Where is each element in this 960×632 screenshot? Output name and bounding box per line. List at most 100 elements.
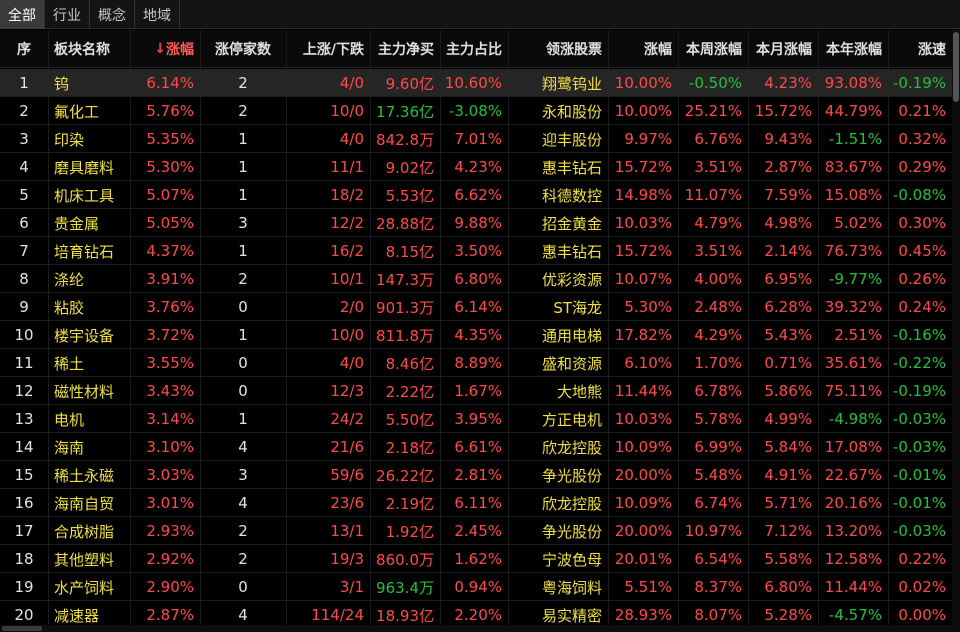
table-row[interactable]: 19 水产饲料 2.90% 0 3/1 963.4万 0.94% 粤海饲料 5.51% 8.37%… bbox=[0, 573, 952, 601]
cell-chg: 4.37% bbox=[146, 242, 194, 260]
cell-name[interactable]: 稀土永磁 bbox=[48, 461, 130, 489]
cell-leader[interactable]: 易实精密 bbox=[508, 601, 608, 625]
cell-leader[interactable]: 大地熊 bbox=[508, 377, 608, 405]
tab-3[interactable]: 地域 bbox=[135, 0, 180, 29]
column-header-net_buy[interactable]: 主力净买 bbox=[370, 30, 440, 68]
table-row[interactable]: 17 合成树脂 2.93% 2 13/1 1.92亿 2.45% 争光股份 20.00% 10.9… bbox=[0, 517, 952, 545]
column-header-speed[interactable]: 涨速 bbox=[888, 30, 952, 68]
column-header-leader[interactable]: 领涨股票 bbox=[508, 30, 608, 68]
cell-leader[interactable]: 惠丰钻石 bbox=[508, 153, 608, 181]
cell-speed: 0.00% bbox=[898, 606, 946, 624]
cell-limit_up: 0 bbox=[238, 382, 248, 400]
cell-name[interactable]: 氟化工 bbox=[48, 97, 130, 125]
cell-name[interactable]: 贵金属 bbox=[48, 209, 130, 237]
cell-net_buy: 2.19亿 bbox=[385, 494, 434, 513]
cell-leader[interactable]: ST海龙 bbox=[508, 293, 608, 321]
table-row[interactable]: 12 磁性材料 3.43% 0 12/3 2.22亿 1.67% 大地熊 11.44% 6.78%… bbox=[0, 377, 952, 405]
table-row[interactable]: 13 电机 3.14% 1 24/2 5.50亿 3.95% 方正电机 10.03% 5.78% 4… bbox=[0, 405, 952, 433]
table-row[interactable]: 6 贵金属 5.05% 3 12/2 28.88亿 9.88% 招金黄金 10.03% 4.79%… bbox=[0, 209, 952, 237]
cell-leader[interactable]: 翔鹭钨业 bbox=[508, 69, 608, 97]
table-row[interactable]: 14 海南 3.10% 4 21/6 2.18亿 6.61% 欣龙控股 10.09% 6.99% 5… bbox=[0, 433, 952, 461]
cell-name[interactable]: 磁性材料 bbox=[48, 377, 130, 405]
cell-name[interactable]: 机床工具 bbox=[48, 181, 130, 209]
column-header-chg[interactable]: ↓ 涨幅 bbox=[130, 30, 200, 68]
cell-name[interactable]: 水产饲料 bbox=[48, 573, 130, 601]
table-row[interactable]: 2 氟化工 5.76% 2 10/0 17.36亿 -3.08% 永和股份 10.00% 25.2… bbox=[0, 97, 952, 125]
cell-leader[interactable]: 争光股份 bbox=[508, 461, 608, 489]
column-header-week_chg[interactable]: 本周涨幅 bbox=[678, 30, 748, 68]
cell-leader[interactable]: 通用电梯 bbox=[508, 321, 608, 349]
column-header-year_chg[interactable]: 本年涨幅 bbox=[818, 30, 888, 68]
tab-1[interactable]: 行业 bbox=[45, 0, 90, 29]
table-row[interactable]: 20 减速器 2.87% 4 114/24 18.93亿 2.20% 易实精密 28.93% 8.… bbox=[0, 601, 952, 625]
table-row[interactable]: 1 钨 6.14% 2 4/0 9.60亿 10.60% 翔鹭钨业 10.00% -0.50% 4.… bbox=[0, 69, 952, 97]
table-row[interactable]: 3 印染 5.35% 1 4/0 842.8万 7.01% 迎丰股份 9.97% 6.76% 9.4… bbox=[0, 125, 952, 153]
column-header-main_pct[interactable]: 主力占比 bbox=[440, 30, 508, 68]
cell-speed: -0.03% bbox=[892, 438, 946, 456]
table-row[interactable]: 4 磨具磨料 5.30% 1 11/1 9.02亿 4.23% 惠丰钻石 15.72% 3.51%… bbox=[0, 153, 952, 181]
cell-leader[interactable]: 宁波色母 bbox=[508, 545, 608, 573]
cell-name[interactable]: 海南自贸 bbox=[48, 489, 130, 517]
horizontal-scroll-thumb[interactable] bbox=[2, 626, 42, 631]
cell-seq: 4 bbox=[19, 158, 29, 176]
cell-name[interactable]: 粘胶 bbox=[48, 293, 130, 321]
cell-name[interactable]: 稀土 bbox=[48, 349, 130, 377]
column-header-name[interactable]: 板块名称 bbox=[48, 30, 130, 68]
cell-name[interactable]: 电机 bbox=[48, 405, 130, 433]
vertical-scrollbar[interactable] bbox=[952, 30, 960, 625]
cell-leader[interactable]: 惠丰钻石 bbox=[508, 237, 608, 265]
table-row[interactable]: 8 涤纶 3.91% 2 10/1 147.3万 6.80% 优彩资源 10.07% 4.00% 6… bbox=[0, 265, 952, 293]
cell-name[interactable]: 磨具磨料 bbox=[48, 153, 130, 181]
cell-name[interactable]: 合成树脂 bbox=[48, 517, 130, 545]
cell-leader[interactable]: 永和股份 bbox=[508, 97, 608, 125]
table-row[interactable]: 18 其他塑料 2.92% 2 19/3 860.0万 1.62% 宁波色母 20.01% 6.5… bbox=[0, 545, 952, 573]
cell-month_chg: 4.91% bbox=[764, 466, 812, 484]
table-row[interactable]: 16 海南自贸 3.01% 4 23/6 2.19亿 6.11% 欣龙控股 10.09% 6.74… bbox=[0, 489, 952, 517]
cell-leader[interactable]: 争光股份 bbox=[508, 517, 608, 545]
tab-0[interactable]: 全部 bbox=[0, 0, 45, 29]
cell-leader[interactable]: 粤海饲料 bbox=[508, 573, 608, 601]
tab-2[interactable]: 概念 bbox=[90, 0, 135, 29]
cell-name[interactable]: 钨 bbox=[48, 69, 130, 97]
cell-name[interactable]: 减速器 bbox=[48, 601, 130, 625]
cell-leader_chg: 20.01% bbox=[614, 550, 672, 568]
cell-leader[interactable]: 迎丰股份 bbox=[508, 125, 608, 153]
cell-main_pct: 6.61% bbox=[454, 438, 502, 456]
column-header-up_down[interactable]: 上涨/下跌 bbox=[286, 30, 370, 68]
cell-leader[interactable]: 招金黄金 bbox=[508, 209, 608, 237]
cell-leader[interactable]: 方正电机 bbox=[508, 405, 608, 433]
cell-leader[interactable]: 优彩资源 bbox=[508, 265, 608, 293]
cell-leader[interactable]: 盛和资源 bbox=[508, 349, 608, 377]
table-row[interactable]: 15 稀土永磁 3.03% 3 59/6 26.22亿 2.81% 争光股份 20.00% 5.4… bbox=[0, 461, 952, 489]
cell-leader[interactable]: 欣龙控股 bbox=[508, 433, 608, 461]
table-body[interactable]: 1 钨 6.14% 2 4/0 9.60亿 10.60% 翔鹭钨业 10.00% -0.50% 4.… bbox=[0, 69, 952, 625]
cell-speed: -0.03% bbox=[892, 410, 946, 428]
column-header-seq[interactable]: 序 bbox=[0, 30, 48, 68]
cell-chg: 3.55% bbox=[146, 354, 194, 372]
vertical-scroll-thumb[interactable] bbox=[953, 32, 959, 102]
cell-name[interactable]: 印染 bbox=[48, 125, 130, 153]
cell-name[interactable]: 其他塑料 bbox=[48, 545, 130, 573]
cell-year_chg: 20.16% bbox=[824, 494, 882, 512]
cell-leader[interactable]: 欣龙控股 bbox=[508, 489, 608, 517]
cell-name[interactable]: 涤纶 bbox=[48, 265, 130, 293]
table-row[interactable]: 9 粘胶 3.76% 0 2/0 901.3万 6.14% ST海龙 5.30% 2.48% 6.2… bbox=[0, 293, 952, 321]
table-row[interactable]: 5 机床工具 5.07% 1 18/2 5.53亿 6.62% 科德数控 14.98% 11.07… bbox=[0, 181, 952, 209]
cell-name[interactable]: 培育钻石 bbox=[48, 237, 130, 265]
table-row[interactable]: 7 培育钻石 4.37% 1 16/2 8.15亿 3.50% 惠丰钻石 15.72% 3.51%… bbox=[0, 237, 952, 265]
horizontal-scrollbar[interactable] bbox=[0, 625, 960, 632]
cell-month_chg: 6.28% bbox=[764, 298, 812, 316]
column-header-month_chg[interactable]: 本月涨幅 bbox=[748, 30, 818, 68]
table-row[interactable]: 10 楼宇设备 3.72% 1 10/0 811.8万 4.35% 通用电梯 17.82% 4.2… bbox=[0, 321, 952, 349]
cell-name[interactable]: 海南 bbox=[48, 433, 130, 461]
cell-speed: -0.08% bbox=[892, 186, 946, 204]
cell-leader[interactable]: 科德数控 bbox=[508, 181, 608, 209]
column-header-leader_chg[interactable]: 涨幅 bbox=[608, 30, 678, 68]
column-header-limit_up[interactable]: 涨停家数 bbox=[200, 30, 286, 68]
cell-chg: 5.07% bbox=[146, 186, 194, 204]
cell-main_pct: 1.62% bbox=[454, 550, 502, 568]
table-row[interactable]: 11 稀土 3.55% 0 4/0 8.46亿 8.89% 盛和资源 6.10% 1.70% 0.7… bbox=[0, 349, 952, 377]
cell-name[interactable]: 楼宇设备 bbox=[48, 321, 130, 349]
cell-main_pct: 1.67% bbox=[454, 382, 502, 400]
cell-net_buy: 5.53亿 bbox=[385, 186, 434, 205]
